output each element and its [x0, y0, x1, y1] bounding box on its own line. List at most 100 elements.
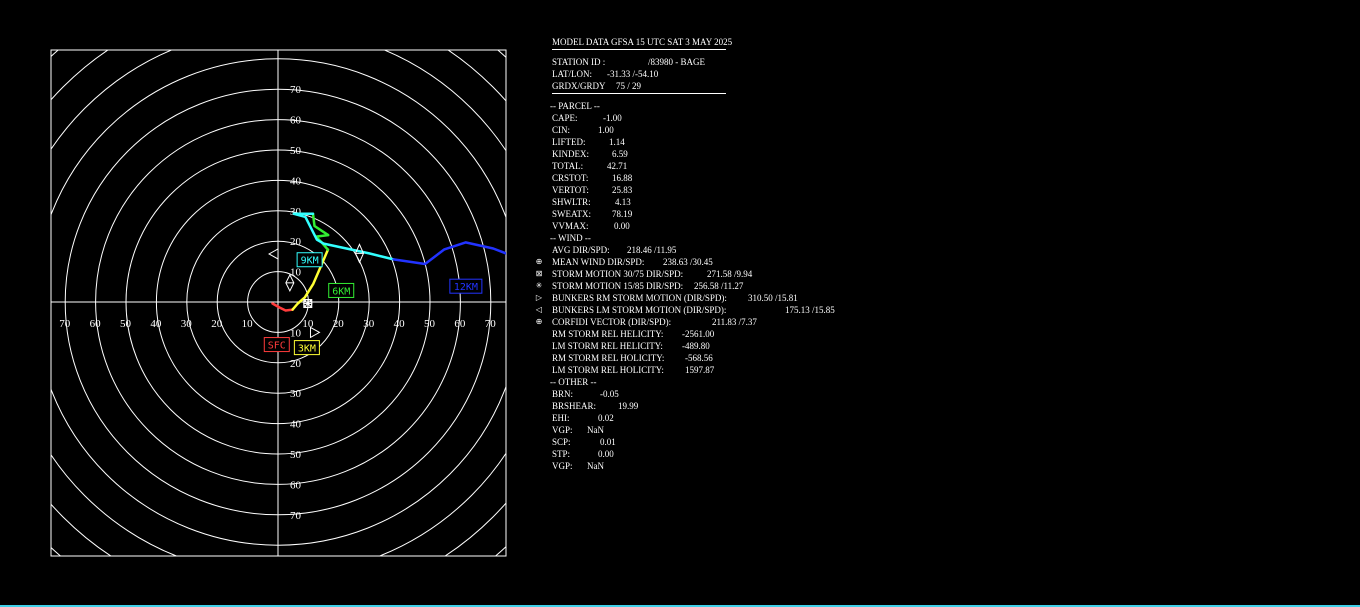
wind-row-label: AVG DIR/SPD:	[552, 245, 610, 255]
ring-label-west: 20	[211, 318, 223, 330]
other-row-label: EHI:	[552, 413, 570, 423]
wind-row-symbol-icon: ▷	[535, 293, 543, 302]
other-row-value: 0.00	[598, 449, 614, 459]
parcel-row: KINDEX: 6.59	[534, 148, 834, 160]
parcel-row-value: 42.71	[607, 161, 628, 171]
parcel-row-label: VVMAX:	[552, 221, 589, 231]
wind-row-value: 310.50 /15.81	[748, 293, 798, 303]
wind-row: ▷ BUNKERS RM STORM MOTION (DIR/SPD): 310.5…	[534, 292, 834, 304]
parcel-row-label: SHWLTR:	[552, 197, 591, 207]
wind-row-symbol-icon: ⊕	[535, 317, 543, 326]
ring-label-south: 30	[290, 388, 302, 400]
parcel-row: CIN: 1.00	[534, 124, 834, 136]
grd-row: GRDX/GRDY 75 / 29	[534, 80, 834, 92]
grd-value: 75 / 29	[616, 81, 642, 91]
wind-row-label: MEAN WIND DIR/SPD:	[552, 257, 645, 267]
ring-label-north: 40	[290, 175, 302, 187]
height-label-9km: 9KM	[301, 256, 319, 267]
wind-row: RM STORM REL HOLICITY: -568.56	[534, 352, 834, 364]
wind-heading: -- WIND --	[550, 233, 591, 243]
parcel-row: SWEATX: 78.19	[534, 208, 834, 220]
parcel-row-label: SWEATX:	[552, 209, 591, 219]
parcel-row-value: 25.83	[612, 185, 633, 195]
wind-row: LM STORM REL HELICITY: -489.80	[534, 340, 834, 352]
parcel-row: VERTOT: 25.83	[534, 184, 834, 196]
ring-label-west: 40	[150, 318, 162, 330]
other-row-label: VGP:	[552, 461, 573, 471]
parcel-row: CRSTOT: 16.88	[534, 172, 834, 184]
ring-label-south: 70	[290, 510, 302, 522]
other-row: SCP: 0.01	[534, 436, 834, 448]
wind-row-label: STORM MOTION 15/85 DIR/SPD:	[552, 281, 684, 291]
other-row-value: 19.99	[618, 401, 639, 411]
wind-row-label: RM STORM REL HELICITY:	[552, 329, 664, 339]
wind-row: ⊕ MEAN WIND DIR/SPD: 238.63 /30.45	[534, 256, 834, 268]
height-label-12km: 12KM	[454, 282, 478, 293]
wind-row-label: LM STORM REL HELICITY:	[552, 341, 663, 351]
wind-row-value: 271.58 /9.94	[707, 269, 753, 279]
height-label-sfc: SFC	[268, 341, 286, 352]
sounding-info-panel: MODEL DATA GFSA 15 UTC SAT 3 MAY 2025 ST…	[534, 36, 835, 472]
other-row-value: 0.01	[600, 437, 616, 447]
ring-label-west: 30	[181, 318, 193, 330]
station-row: STATION ID : /83980 - BAGE	[534, 56, 834, 68]
parcel-row-label: CRSTOT:	[552, 173, 589, 183]
height-label-6km: 6KM	[332, 286, 350, 297]
other-section: BRN: -0.05 BRSHEAR: 19.99 EHI: 0.02 VGP: NaN SCP…	[534, 388, 834, 472]
ring-label-north: 70	[290, 84, 302, 96]
wind-row-value: 175.13 /15.85	[785, 305, 835, 315]
ring-label-east: 40	[394, 318, 406, 330]
bunkers-lm-icon	[268, 248, 279, 260]
parcel-row-label: TOTAL:	[552, 161, 584, 171]
wind-row: ✳ STORM MOTION 15/85 DIR/SPD: 256.58 /11.2…	[534, 280, 834, 292]
wind-row-label: LM STORM REL HOLICITY:	[552, 365, 664, 375]
other-row: EHI: 0.02	[534, 412, 834, 424]
grd-label: GRDX/GRDY	[552, 81, 606, 91]
wind-row-value: 238.63 /30.45	[663, 257, 713, 267]
wind-row-value: 211.83 /7.37	[712, 317, 757, 327]
ring-label-south: 50	[290, 449, 302, 461]
parcel-row: SHWLTR: 4.13	[534, 196, 834, 208]
parcel-row: TOTAL: 42.71	[534, 160, 834, 172]
parcel-row: LIFTED: 1.14	[534, 136, 834, 148]
wind-row-label: RM STORM REL HOLICITY:	[552, 353, 665, 363]
parcel-row: CAPE: -1.00	[534, 112, 834, 124]
other-row: BRN: -0.05	[534, 388, 834, 400]
other-row-label: BRSHEAR:	[552, 401, 597, 411]
other-row-value: NaN	[587, 425, 604, 435]
latlon-row: LAT/LON: -31.33 /-54.10	[534, 68, 834, 80]
parcel-row-label: CIN:	[552, 125, 570, 135]
wind-row: ◁ BUNKERS LM STORM MOTION (DIR/SPD): 175.1…	[534, 304, 835, 316]
other-row: STP: 0.00	[534, 448, 834, 460]
ring-label-south: 10	[290, 327, 302, 339]
speed-ring	[51, 50, 506, 556]
other-row: VGP: NaN	[534, 424, 834, 436]
wind-row-value: -2561.00	[682, 329, 715, 339]
other-row: BRSHEAR: 19.99	[534, 400, 834, 412]
wind-row-value: 1597.87	[685, 365, 715, 375]
other-row-label: SCP:	[552, 437, 571, 447]
other-row-value: NaN	[587, 461, 604, 471]
latlon-label: LAT/LON:	[552, 69, 592, 79]
ring-label-west: 60	[90, 318, 102, 330]
other-heading: -- OTHER --	[550, 377, 597, 387]
wind-trace-segment-4	[392, 241, 506, 266]
wind-row-symbol-icon: ⊕	[535, 257, 543, 266]
wind-row-value: -489.80	[682, 341, 710, 351]
wind-row-value: -568.56	[685, 353, 713, 363]
other-row-value: -0.05	[600, 389, 619, 399]
wind-row: LM STORM REL HOLICITY: 1597.87	[534, 364, 834, 376]
parcel-row-label: VERTOT:	[552, 185, 589, 195]
station-label: STATION ID :	[552, 57, 606, 67]
parcel-row-label: LIFTED:	[552, 137, 586, 147]
ring-label-north: 20	[290, 236, 302, 248]
ring-label-east: 60	[454, 318, 466, 330]
hodograph-chart: 1010101020202020303030304040404050505050…	[50, 49, 507, 557]
wind-row: ⊕ CORFIDI VECTOR (DIR/SPD): 211.83 /7.37	[534, 316, 834, 328]
header-title: MODEL DATA GFSA 15 UTC SAT 3 MAY 2025	[552, 37, 733, 47]
other-row-label: VGP:	[552, 425, 573, 435]
ring-label-south: 40	[290, 419, 302, 431]
height-label-3km: 3KM	[298, 344, 316, 355]
parcel-row-value: 78.19	[612, 209, 633, 219]
ring-label-west: 50	[120, 318, 132, 330]
